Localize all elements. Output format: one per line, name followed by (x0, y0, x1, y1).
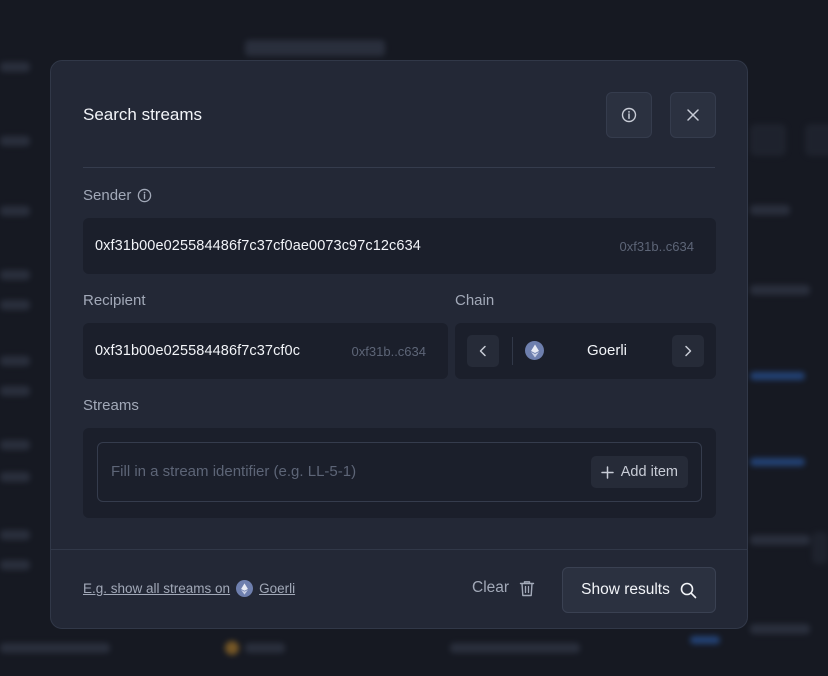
example-chain[interactable]: Goerli (259, 581, 295, 596)
sender-label-row: Sender (83, 187, 152, 204)
sender-label: Sender (83, 187, 132, 204)
example-text[interactable]: E.g. show all streams on (83, 581, 230, 596)
footer-divider (51, 549, 747, 550)
recipient-value[interactable]: 0xf31b00e025584486f7c37cf0c (95, 343, 300, 359)
recipient-short: 0xf31b..c634 (351, 343, 426, 359)
chain-next-button[interactable] (672, 335, 704, 367)
ethereum-icon (236, 580, 254, 597)
info-button[interactable] (606, 92, 652, 138)
clear-button[interactable]: Clear (472, 579, 535, 597)
trash-icon (519, 580, 535, 596)
show-results-label: Show results (581, 581, 670, 598)
clear-label: Clear (472, 579, 510, 596)
streams-label: Streams (83, 397, 139, 414)
sender-short: 0xf31b..c634 (619, 238, 694, 254)
modal-title: Search streams (83, 105, 203, 124)
stream-identifier-placeholder: Fill in a stream identifier (e.g. LL-5-1… (111, 463, 357, 480)
ethereum-icon (525, 341, 544, 360)
search-icon (680, 582, 697, 598)
add-item-label: Add item (620, 464, 678, 480)
recipient-label: Recipient (83, 292, 146, 309)
header-divider (83, 167, 715, 168)
close-button[interactable] (670, 92, 716, 138)
chain-prev-button[interactable] (467, 335, 499, 367)
show-results-button[interactable]: Show results (562, 567, 716, 613)
plus-icon (601, 465, 614, 479)
recipient-field[interactable]: 0xf31b00e025584486f7c37cf0c 0xf31b..c634 (83, 323, 448, 379)
add-item-button[interactable]: Add item (590, 456, 688, 488)
chevron-left-icon (479, 345, 486, 357)
sender-field[interactable]: 0xf31b00e025584486f7c37cf0ae0073c97c12c6… (83, 218, 716, 274)
chain-selector: Goerli (455, 323, 716, 379)
info-icon (621, 107, 637, 123)
info-icon[interactable] (137, 188, 152, 203)
chevron-right-icon (685, 345, 692, 357)
stream-identifier-input[interactable]: Fill in a stream identifier (e.g. LL-5-1… (97, 442, 702, 502)
chain-label: Chain (455, 292, 495, 309)
sender-value[interactable]: 0xf31b00e025584486f7c37cf0ae0073c97c12c6… (95, 238, 421, 254)
streams-box: Fill in a stream identifier (e.g. LL-5-1… (83, 428, 716, 518)
chain-value: Goerli (587, 342, 628, 359)
search-streams-modal: Search streams Sender 0xf31b00e025584486… (50, 60, 748, 629)
example-link[interactable]: E.g. show all streams on Goerli (83, 580, 295, 597)
chain-divider (512, 337, 513, 365)
close-icon (687, 109, 699, 121)
